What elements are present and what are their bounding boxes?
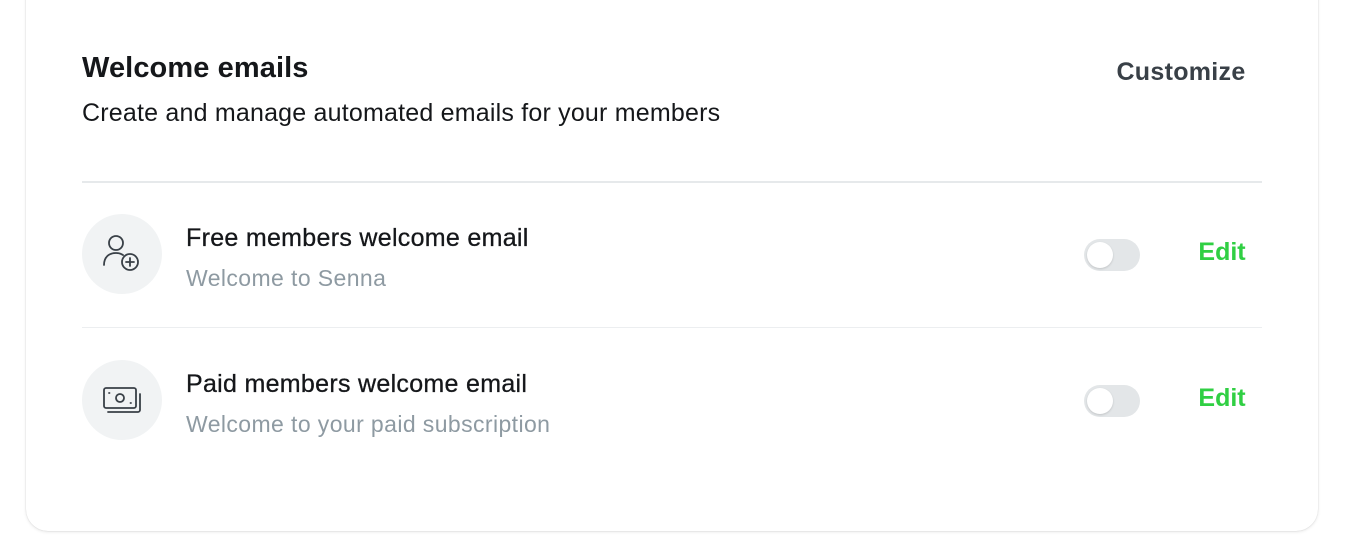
user-add-icon: [82, 214, 162, 294]
edit-free-email-button[interactable]: Edit: [1182, 232, 1262, 272]
email-subject: Welcome to your paid subscription: [186, 411, 551, 437]
free-email-toggle[interactable]: [1084, 239, 1140, 271]
section-subtitle: Create and manage automated emails for y…: [82, 99, 721, 127]
section-title: Welcome emails: [82, 52, 309, 84]
email-title: Paid members welcome email: [186, 370, 528, 398]
email-title: Free members welcome email: [186, 224, 529, 252]
free-members-email-row: Free members welcome email Welcome to Se…: [82, 190, 1262, 310]
paid-members-email-row: Paid members welcome email Welcome to yo…: [82, 336, 1262, 456]
edit-paid-email-button[interactable]: Edit: [1182, 378, 1262, 418]
toggle-knob: [1087, 388, 1113, 414]
money-icon: [82, 360, 162, 440]
section-divider: [82, 181, 1262, 183]
toggle-knob: [1087, 242, 1113, 268]
welcome-emails-card: Welcome emails Create and manage automat…: [26, 0, 1318, 531]
customize-button[interactable]: Customize: [1086, 50, 1276, 94]
paid-email-toggle[interactable]: [1084, 385, 1140, 417]
email-subject: Welcome to Senna: [186, 265, 387, 291]
row-divider: [82, 327, 1262, 328]
